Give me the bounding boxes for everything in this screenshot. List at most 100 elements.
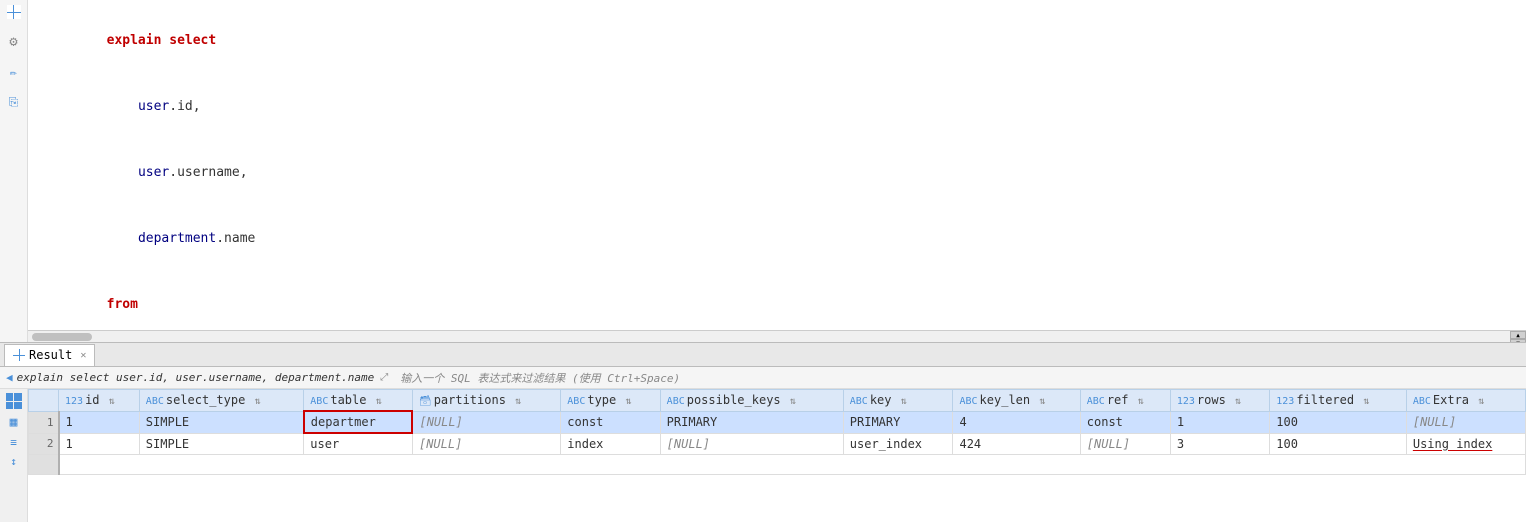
result-tab-label: Result <box>29 348 72 362</box>
scroll-up-btn[interactable]: ▲ <box>1510 331 1526 339</box>
result-tab[interactable]: Result ✕ <box>4 344 95 366</box>
cell-id-1: 1 <box>59 411 140 433</box>
cell-filtered-2: 100 <box>1270 433 1407 455</box>
gutter-icon-2: ⚙ <box>6 34 22 50</box>
gear-icon[interactable]: ⚙ <box>9 34 17 50</box>
table-header-row: 123id ⇅ ABCselect_type ⇅ ABCtable ⇅ <box>29 390 1526 412</box>
sort-icon-key-len[interactable]: ⇅ <box>1039 396 1045 407</box>
cell-extra-2: Using index <box>1406 433 1525 455</box>
cell-rows-2: 3 <box>1170 433 1269 455</box>
sort-icon-partitions[interactable]: ⇅ <box>515 396 521 407</box>
row-num-2: 2 <box>29 433 59 455</box>
cell-rows-1: 1 <box>1170 411 1269 433</box>
cell-ref-2: [NULL] <box>1080 433 1170 455</box>
gutter-icon-3[interactable]: ✏ <box>6 64 22 80</box>
cell-table-1: departmer <box>304 411 413 433</box>
sort-icon-extra[interactable]: ⇅ <box>1478 396 1484 407</box>
cell-type-2: index <box>561 433 660 455</box>
code-line-1: explain select <box>44 8 1510 74</box>
col-ref: ABCref ⇅ <box>1080 390 1170 412</box>
col-rows: 123rows ⇅ <box>1170 390 1269 412</box>
gutter-icon-1 <box>6 4 22 20</box>
sort-icon-possible-keys[interactable]: ⇅ <box>790 396 796 407</box>
sort-icon-ref[interactable]: ⇅ <box>1138 396 1144 407</box>
sort-icon-select-type[interactable]: ⇅ <box>255 396 261 407</box>
col-id: 123id ⇅ <box>59 390 140 412</box>
cell-key-2: user_index <box>843 433 953 455</box>
expand-icon[interactable]: ⤢ <box>380 372 388 383</box>
cell-ref-1: const <box>1080 411 1170 433</box>
col-partitions: 🗃partitions ⇅ <box>412 390 560 412</box>
col-select-type: ABCselect_type ⇅ <box>139 390 303 412</box>
result-query-bar: ◀ explain select user.id, user.username,… <box>0 367 1526 389</box>
col-table: ABCtable ⇅ <box>304 390 413 412</box>
pencil-icon[interactable]: ✏ <box>10 65 17 79</box>
close-icon[interactable]: ✕ <box>80 350 86 361</box>
col-type: ABCtype ⇅ <box>561 390 660 412</box>
scroll-arrows[interactable]: ▲ ▼ <box>1510 331 1526 342</box>
code-line-4: department.name <box>44 206 1510 272</box>
result-table: 123id ⇅ ABCselect_type ⇅ ABCtable ⇅ <box>28 389 1526 475</box>
result-tab-icon <box>13 349 25 361</box>
gutter-icon-4[interactable]: ⎘ <box>6 94 22 110</box>
cell-id-2: 1 <box>59 433 140 455</box>
cell-table-2: user <box>304 433 413 455</box>
cell-possible-keys-2: [NULL] <box>660 433 843 455</box>
cell-type-1: const <box>561 411 660 433</box>
code-line-3: user.username, <box>44 140 1510 206</box>
row-num-1: 1 <box>29 411 59 433</box>
left-gutter: ⚙ ✏ ⎘ <box>0 0 28 342</box>
main-container: ⚙ ✏ ⎘ explain select user.id, user.usern… <box>0 0 1526 522</box>
cell-key-1: PRIMARY <box>843 411 953 433</box>
row-num-empty <box>29 455 59 475</box>
table-icon-rows[interactable]: ≡ <box>10 436 17 449</box>
keyword-explain: explain select <box>107 33 217 48</box>
col-possible-keys: ABCpossible_keys ⇅ <box>660 390 843 412</box>
code-scrollbar[interactable]: ▲ ▼ <box>28 330 1526 342</box>
scroll-down-btn[interactable]: ▼ <box>1510 339 1526 342</box>
sort-icon-filtered[interactable]: ⇅ <box>1363 396 1369 407</box>
cell-key-len-2: 424 <box>953 433 1080 455</box>
using-index-text: Using index <box>1413 437 1492 451</box>
result-tab-bar: Result ✕ <box>0 343 1526 367</box>
query-text: explain select user.id, user.username, d… <box>17 371 375 384</box>
query-bar-left: ◀ explain select user.id, user.username,… <box>6 370 1520 386</box>
col-rownum <box>29 390 59 412</box>
result-panel: Result ✕ ◀ explain select user.id, user.… <box>0 342 1526 522</box>
col-filtered: 123filtered ⇅ <box>1270 390 1407 412</box>
col-key: ABCkey ⇅ <box>843 390 953 412</box>
sort-icon-id[interactable]: ⇅ <box>109 396 115 407</box>
cell-filtered-1: 100 <box>1270 411 1407 433</box>
field-user: user <box>138 99 169 114</box>
table-icon-filter[interactable]: ▦ <box>10 415 18 430</box>
col-extra: ABCExtra ⇅ <box>1406 390 1525 412</box>
table-row[interactable]: 1 1 SIMPLE departmer [NULL] const PRIMAR… <box>29 411 1526 433</box>
copy-icon[interactable]: ⎘ <box>9 95 19 110</box>
table-with-icons: ▦ ≡ ↕ 123id ⇅ ABCsele <box>0 389 1526 522</box>
table-row[interactable]: 2 1 SIMPLE user [NULL] index [NULL] user… <box>29 433 1526 455</box>
code-line-2: user.id, <box>44 74 1510 140</box>
sort-icon-table[interactable]: ⇅ <box>376 396 382 407</box>
scroll-thumb[interactable] <box>32 333 92 341</box>
cell-partitions-2: [NULL] <box>412 433 560 455</box>
cell-select-type-1: SIMPLE <box>139 411 303 433</box>
sort-icon-type[interactable]: ⇅ <box>625 396 631 407</box>
grid-icon-1 <box>7 5 21 19</box>
table-row-empty <box>29 455 1526 475</box>
table-left-icons: ▦ ≡ ↕ <box>0 389 28 522</box>
code-line-5: from <box>44 272 1510 338</box>
cell-possible-keys-1: PRIMARY <box>660 411 843 433</box>
code-content[interactable]: explain select user.id, user.username, d… <box>28 0 1526 342</box>
sort-icon-key[interactable]: ⇅ <box>901 396 907 407</box>
code-editor-area: ⚙ ✏ ⎘ explain select user.id, user.usern… <box>0 0 1526 342</box>
table-icon-extra[interactable]: ↕ <box>10 455 17 468</box>
col-key-len: ABCkey_len ⇅ <box>953 390 1080 412</box>
query-hint: 输入一个 SQL 表达式来过滤结果 (使用 Ctrl+Space) <box>400 370 680 386</box>
result-table-container[interactable]: 123id ⇅ ABCselect_type ⇅ ABCtable ⇅ <box>28 389 1526 522</box>
table-icon-grid[interactable] <box>6 393 22 409</box>
cell-extra-1: [NULL] <box>1406 411 1525 433</box>
cell-key-len-1: 4 <box>953 411 1080 433</box>
sort-icon-rows[interactable]: ⇅ <box>1235 396 1241 407</box>
cell-partitions-1: [NULL] <box>412 411 560 433</box>
cell-select-type-2: SIMPLE <box>139 433 303 455</box>
